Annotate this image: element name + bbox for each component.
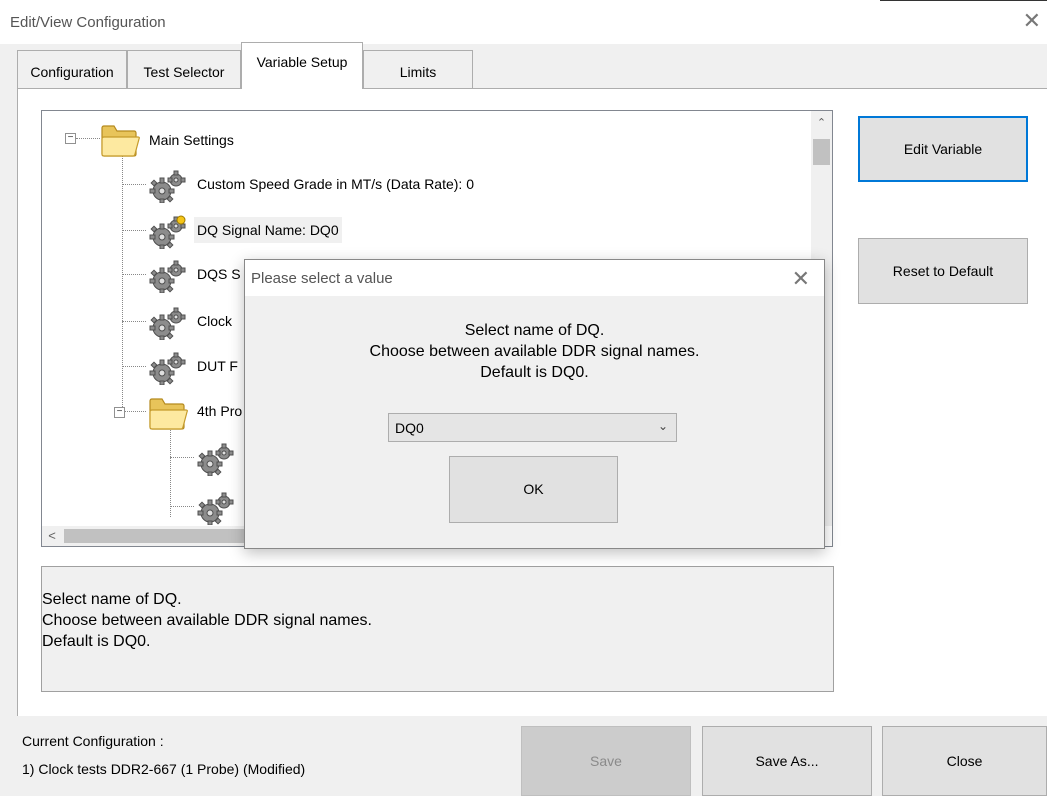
scroll-left-icon[interactable]: < [42,526,62,546]
description-line: Select name of DQ. [42,591,182,608]
collapse-4th-probe-icon[interactable]: − [114,407,125,418]
tree-item-label: DQS S [197,266,241,282]
tree-connector [76,138,100,139]
tab-label: Limits [399,64,437,80]
description-line: Choose between available DDR signal name… [42,612,372,629]
tab-label: Variable Setup [256,54,348,70]
dialog-title: Please select a value [251,270,393,287]
button-label: Reset to Default [892,263,994,279]
tree-connector [170,427,171,517]
tree-connector [170,506,194,507]
select-value-dialog: Please select a value ✕ Select name of D… [244,259,825,549]
tab-limits[interactable]: Limits [363,50,473,88]
gears-modified-icon [148,215,186,249]
dialog-titlebar: Please select a value ✕ [245,260,824,296]
description-line: Default is DQ0. [42,633,151,650]
gears-icon [196,491,236,525]
close-button[interactable]: Close [882,726,1047,796]
window-title: Edit/View Configuration [10,14,166,31]
chevron-down-icon[interactable]: ⌄ [658,419,668,433]
reset-to-default-button[interactable]: Reset to Default [858,238,1028,304]
signal-name-dropdown[interactable]: DQ0 ⌄ [388,413,677,442]
button-label: Save [590,753,622,769]
dialog-message-line: Choose between available DDR signal name… [369,343,700,360]
tab-variable-setup[interactable]: Variable Setup [241,42,363,89]
tab-label: Configuration [30,64,114,80]
collapse-main-settings-icon[interactable]: − [65,133,76,144]
folder-icon [148,396,188,430]
tree-item-label: Custom Speed Grade in MT/s (Data Rate): … [197,176,474,192]
tree-item-label: 4th Pro [197,403,243,419]
gears-icon [196,442,236,476]
tree-connector [170,457,194,458]
gears-icon [148,351,188,385]
tree-item-label: Clock [197,313,233,329]
dropdown-value: DQ0 [395,420,424,436]
tree-item-main-settings[interactable]: Main Settings [100,123,234,157]
current-configuration-label: Current Configuration : [22,733,164,749]
tree-connector [122,230,146,231]
button-label: Close [946,753,983,769]
variable-description: Select name of DQ. Choose between availa… [41,566,834,692]
tree-item-label: DQ Signal Name: DQ0 [194,217,342,243]
tab-test-selector[interactable]: Test Selector [127,50,241,88]
tree-connector [122,366,146,367]
dialog-close-icon[interactable]: ✕ [792,266,810,292]
tab-label: Test Selector [143,64,225,80]
save-button[interactable]: Save [521,726,691,796]
tree-item-dqs-signal[interactable]: DQS S [148,259,241,293]
button-label: Save As... [755,753,819,769]
tree-item-probe-child[interactable] [196,442,236,476]
dialog-message: Select name of DQ. Choose between availa… [245,320,824,383]
tree-item-4th-probe[interactable]: 4th Pro [148,396,242,430]
scroll-thumb[interactable] [64,529,264,543]
window-close-icon[interactable]: ✕ [1023,10,1041,32]
tree-item-clock[interactable]: Clock [148,306,232,340]
ok-button[interactable]: OK [449,456,618,523]
tab-configuration[interactable]: Configuration [17,50,127,88]
folder-icon [100,123,140,157]
tree-connector [122,274,146,275]
tree-item-label: DUT F [197,358,238,374]
tree-item-dq-signal-name[interactable]: DQ Signal Name: DQ0 [148,215,342,249]
button-label: OK [523,481,544,497]
tree-connector [122,411,146,412]
dialog-message-line: Select name of DQ. [464,322,605,339]
tree-item-custom-speed-grade[interactable]: Custom Speed Grade in MT/s (Data Rate): … [148,169,474,203]
titlebar-edge [880,0,1047,1]
current-configuration-value: 1) Clock tests DDR2-667 (1 Probe) (Modif… [22,761,306,777]
tree-connector [122,321,146,322]
gears-icon [148,259,188,293]
scroll-thumb[interactable] [813,139,830,165]
edit-variable-button[interactable]: Edit Variable [858,116,1028,182]
tree-item-dut[interactable]: DUT F [148,351,238,385]
window-titlebar: Edit/View Configuration ✕ [0,0,1047,44]
save-as-button[interactable]: Save As... [702,726,872,796]
gears-icon [148,306,188,340]
button-label: Edit Variable [903,141,983,157]
tree-item-probe-child[interactable] [196,491,236,525]
gears-icon [148,169,188,203]
tree-connector [122,184,146,185]
dialog-message-line: Default is DQ0. [480,364,589,381]
scroll-up-icon[interactable]: ⌃ [811,113,832,133]
tree-connector [122,153,123,411]
tree-item-label: Main Settings [149,132,234,148]
